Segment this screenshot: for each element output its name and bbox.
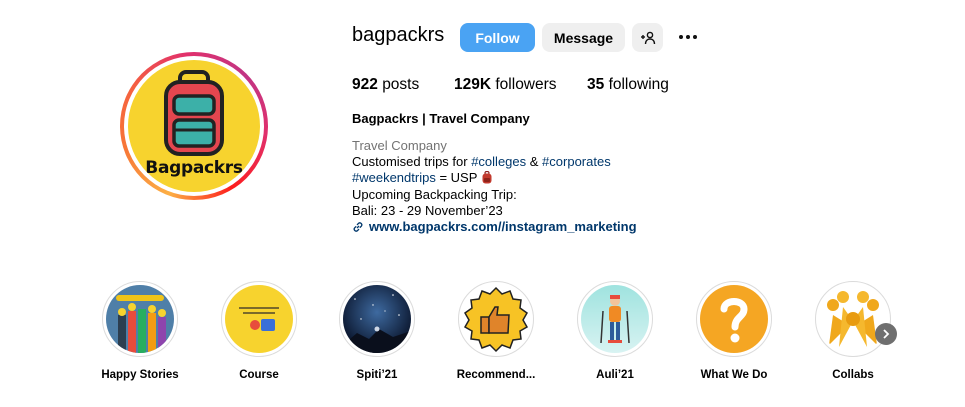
collabs-thumbnail <box>819 285 887 353</box>
thumbs-up-badge-icon <box>463 286 529 353</box>
bio-link-text[interactable]: www.bagpackrs.com//instagram_marketing <box>369 219 637 235</box>
profile-category: Travel Company <box>352 138 447 153</box>
message-button[interactable]: Message <box>542 23 625 52</box>
suggest-people-button[interactable] <box>632 23 663 52</box>
spiti21-thumbnail <box>343 285 411 353</box>
highlight-auli21[interactable]: Auli’21 <box>560 281 670 381</box>
username: bagpackrs <box>352 24 445 46</box>
auli21-thumbnail <box>581 285 649 353</box>
course-thumbnail <box>225 285 293 353</box>
question-mark-icon <box>720 298 748 343</box>
ellipsis-icon <box>679 35 683 39</box>
hashtag-weekendtrips[interactable]: #weekendtrips <box>352 170 436 185</box>
chevron-right-icon <box>883 329 890 339</box>
hashtag-corporates[interactable]: #corporates <box>542 154 611 169</box>
link-icon <box>353 222 363 232</box>
highlight-what-we-do[interactable]: What We Do <box>679 281 789 381</box>
highlights-next-button[interactable] <box>875 323 897 345</box>
highlight-spiti21[interactable]: Spiti’21 <box>322 281 432 381</box>
highlight-course[interactable]: Course <box>204 281 314 381</box>
followers-stat[interactable]: 129K followers <box>454 76 557 94</box>
follow-button[interactable]: Follow <box>460 23 535 52</box>
bio-line-1: Customised trips for #colleges & #corpor… <box>352 154 611 170</box>
bio-line-3: Upcoming Backpacking Trip: <box>352 186 517 202</box>
skier-icon <box>600 295 630 344</box>
avatar-brand-text: Bagpackrs <box>145 158 243 178</box>
happy-stories-thumbnail <box>106 285 174 353</box>
person-plus-icon <box>640 31 655 44</box>
bio-link[interactable]: www.bagpackrs.com//instagram_marketing <box>352 219 637 235</box>
bio-line-2: #weekendtrips = USP <box>352 170 637 186</box>
more-options-button[interactable] <box>676 28 700 46</box>
what-we-do-thumbnail <box>700 285 768 353</box>
backpack-emoji-icon <box>482 171 492 184</box>
profile-full-name: Bagpackrs | Travel Company <box>352 111 530 126</box>
profile-bio: Travel Company Customised trips for #col… <box>352 138 637 235</box>
bio-line-4: Bali: 23 - 29 November’23 <box>352 202 503 218</box>
recommend-thumbnail <box>462 285 530 353</box>
profile-avatar[interactable]: Bagpackrs <box>120 52 268 200</box>
following-stat[interactable]: 35 following <box>587 76 669 94</box>
hashtag-colleges[interactable]: #colleges <box>471 154 526 169</box>
highlight-happy-stories[interactable]: Happy Stories <box>85 281 195 381</box>
posts-stat: 922 posts <box>352 76 420 93</box>
avatar-image: Bagpackrs <box>128 60 260 192</box>
team-huddle-icon <box>827 291 879 347</box>
highlight-recommend[interactable]: Recommend... <box>441 281 551 381</box>
